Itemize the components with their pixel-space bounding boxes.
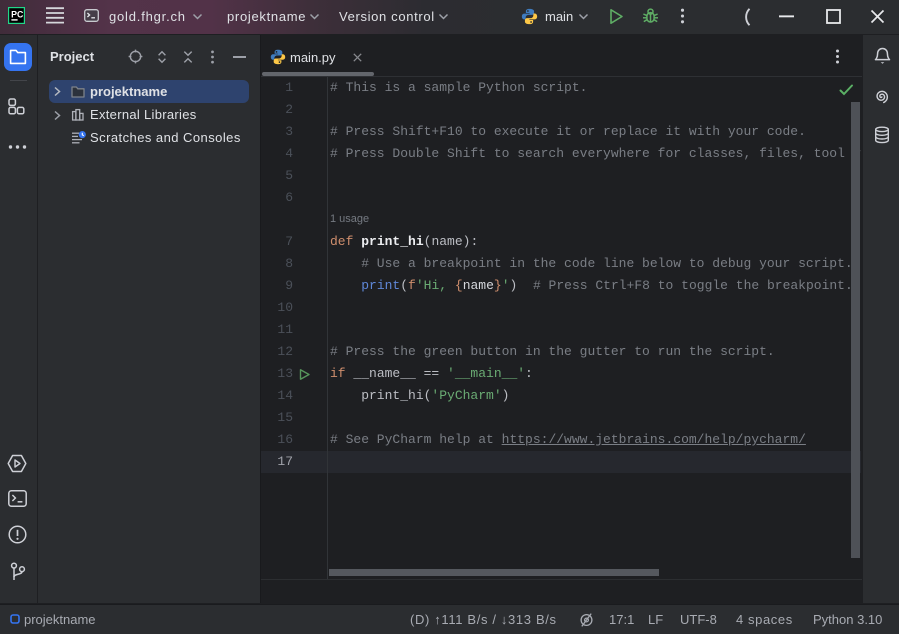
- svg-text:PC: PC: [11, 9, 24, 19]
